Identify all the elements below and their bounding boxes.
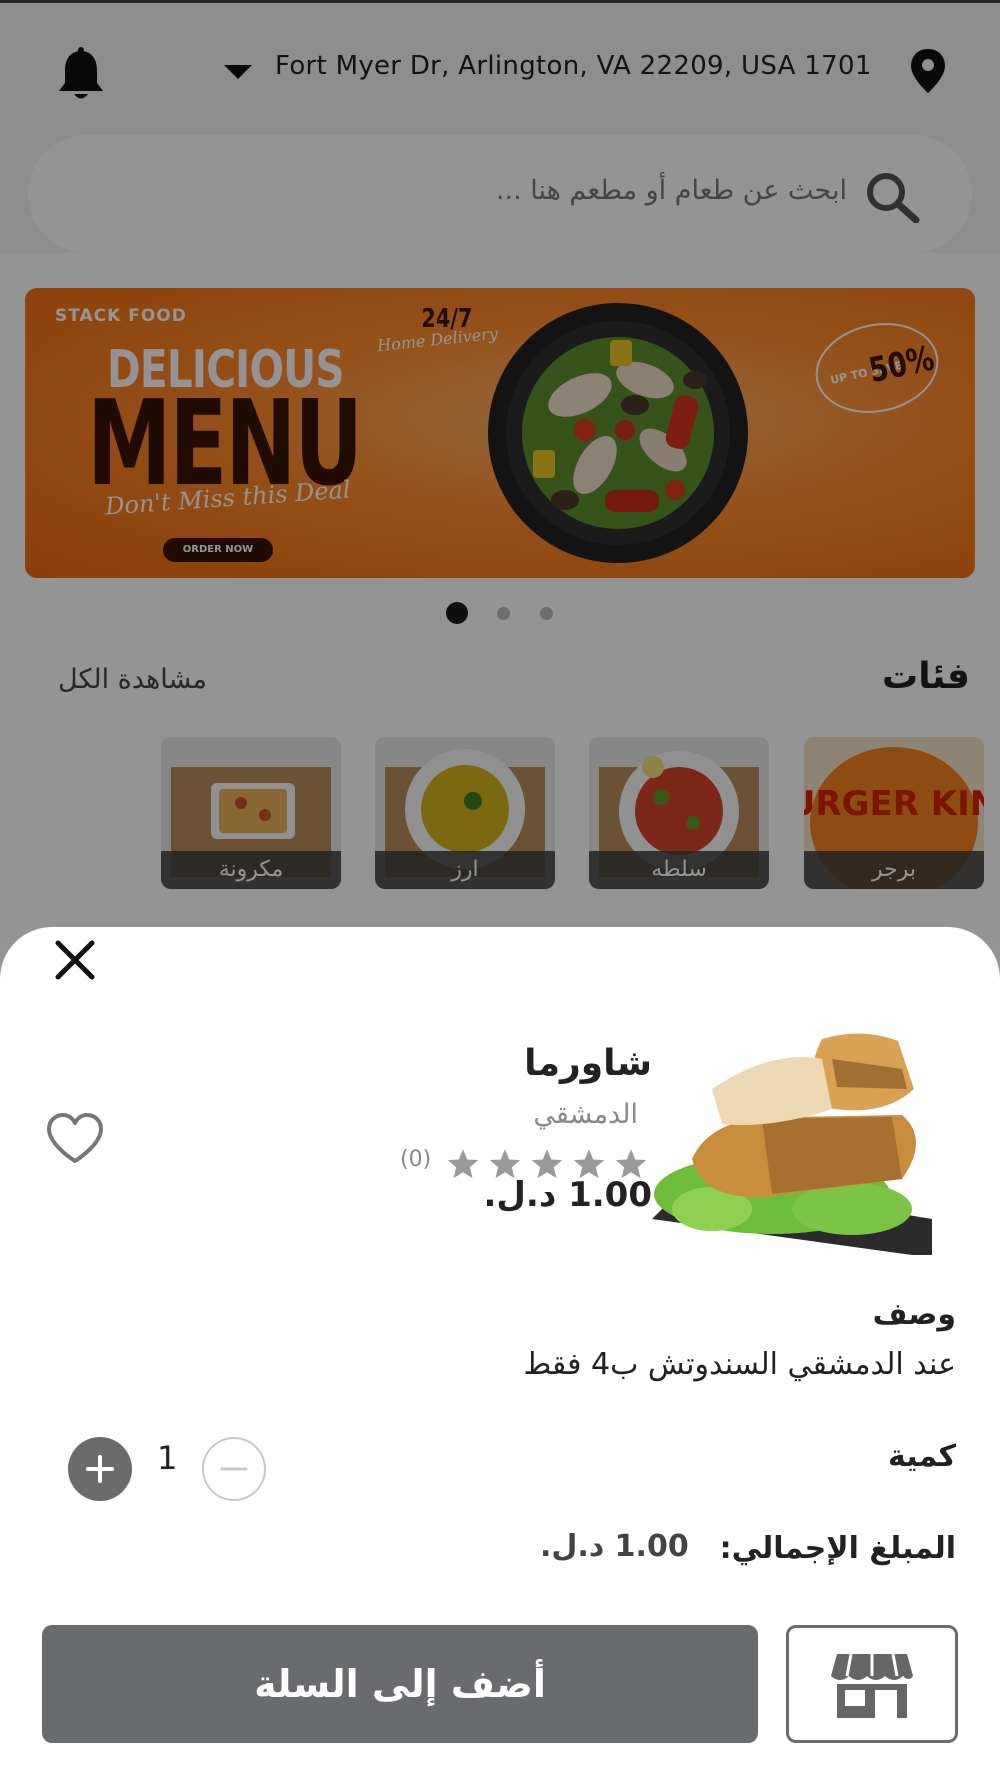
add-to-cart-button[interactable]: أضف إلى السلة	[42, 1625, 758, 1743]
minus-icon	[220, 1467, 248, 1471]
quantity-label: كمية	[888, 1439, 956, 1474]
increase-quantity-button[interactable]	[68, 1437, 132, 1501]
total-label: المبلغ الإجمالي:	[719, 1531, 956, 1566]
close-icon[interactable]	[52, 937, 98, 983]
product-bottom-sheet: شاورما الدمشقي (0) 1.00 د.ل. وصف عند الد…	[0, 927, 1000, 1778]
food-price: 1.00 د.ل.	[483, 1175, 652, 1215]
description-title: وصف	[872, 1297, 956, 1332]
store-icon	[831, 1653, 913, 1718]
decrease-quantity-button[interactable]	[202, 1437, 266, 1501]
rating-count: (0)	[400, 1147, 432, 1172]
total-value: 1.00 د.ل.	[540, 1529, 689, 1564]
heart-icon[interactable]	[44, 1111, 106, 1167]
food-name: شاورما	[524, 1043, 652, 1084]
restaurant-name[interactable]: الدمشقي	[533, 1099, 638, 1130]
star-icon	[447, 1149, 479, 1179]
shawarma-image	[652, 1019, 932, 1259]
description-text: عند الدمشقي السندوتش ب4 فقط	[523, 1347, 956, 1382]
plus-icon	[86, 1455, 114, 1483]
view-store-button[interactable]	[786, 1625, 958, 1743]
quantity-value: 1	[157, 1439, 178, 1477]
